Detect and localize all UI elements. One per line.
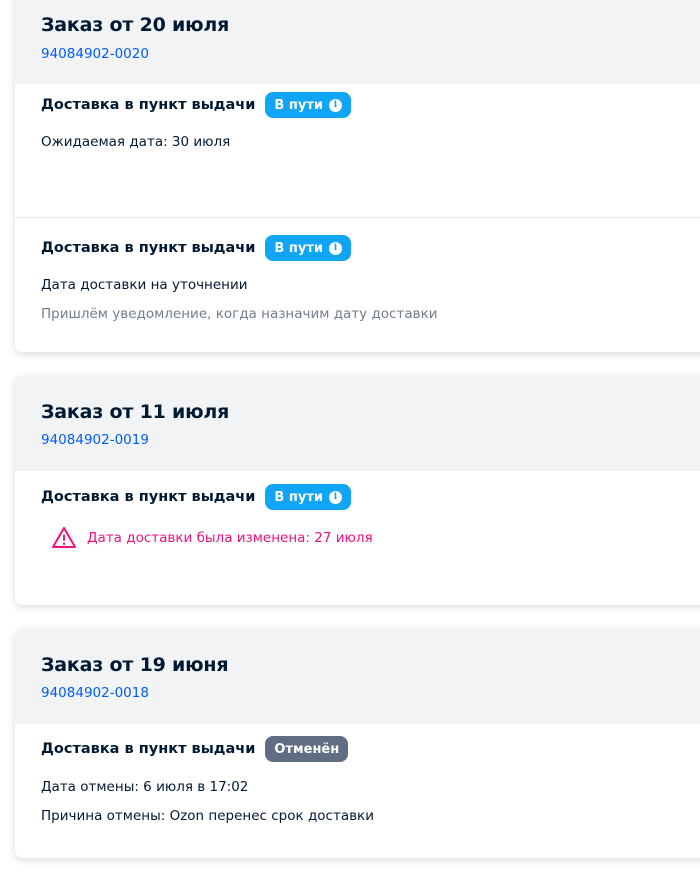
info-icon: i	[328, 490, 342, 504]
delivery-row: Доставка в пункт выдачи В пути i	[41, 235, 351, 261]
order-card: Заказ от 11 июля 94084902-0019 Доставка …	[15, 376, 700, 605]
status-label: Отменён	[274, 741, 340, 757]
warning-triangle-icon	[52, 527, 76, 548]
order-number-link[interactable]: 94084902-0018	[41, 685, 149, 701]
status-badge[interactable]: В пути i	[265, 484, 351, 510]
cancellation-reason: Причина отмены: Ozon перенес срок достав…	[41, 808, 374, 824]
delivery-type: Доставка в пункт выдачи	[41, 489, 256, 505]
delivery-type: Доставка в пункт выдачи	[41, 97, 256, 113]
order-number-link[interactable]: 94084902-0020	[41, 46, 149, 62]
shipment-section: Доставка в пункт выдачи В пути i Дата до…	[15, 217, 700, 352]
orders-list: Заказ от 20 июля 94084902-0020 Доставка …	[0, 0, 700, 893]
delivery-type: Доставка в пункт выдачи	[41, 240, 256, 256]
shipment-section: Доставка в пункт выдачи Отменён Дата отм…	[15, 724, 700, 858]
warning-row: Дата доставки была изменена: 27 июля	[51, 525, 373, 551]
delivery-row: Доставка в пункт выдачи В пути i	[41, 92, 351, 118]
notification-note: Пришлём уведомление, когда назначим дату…	[41, 306, 438, 322]
date-changed-warning: Дата доставки была изменена: 27 июля	[87, 530, 373, 546]
order-title: Заказ от 20 июля	[41, 14, 230, 36]
shipment-section: Доставка в пункт выдачи В пути i Дата до…	[15, 471, 700, 605]
order-title: Заказ от 11 июля	[41, 401, 230, 423]
order-header: Заказ от 20 июля 94084902-0020	[15, 0, 700, 84]
delivery-type: Доставка в пункт выдачи	[41, 741, 256, 757]
order-card: Заказ от 20 июля 94084902-0020 Доставка …	[15, 0, 700, 352]
delivery-row: Доставка в пункт выдачи Отменён	[41, 736, 349, 762]
delivery-date-status: Дата доставки на уточнении	[41, 277, 248, 293]
info-icon: i	[328, 241, 342, 255]
order-title: Заказ от 19 июня	[41, 654, 229, 676]
status-badge[interactable]: В пути i	[265, 92, 351, 118]
order-header: Заказ от 19 июня 94084902-0018	[15, 629, 700, 724]
cancellation-date: Дата отмены: 6 июля в 17:02	[41, 779, 249, 795]
delivery-row: Доставка в пункт выдачи В пути i	[41, 484, 351, 510]
info-icon: i	[328, 98, 342, 112]
expected-date: Ожидаемая дата: 30 июля	[41, 134, 231, 150]
shipment-section: Доставка в пункт выдачи В пути i Ожидаем…	[15, 84, 700, 217]
status-label: В пути	[274, 97, 323, 113]
status-badge[interactable]: Отменён	[265, 736, 349, 762]
order-number-link[interactable]: 94084902-0019	[41, 432, 149, 448]
order-header: Заказ от 11 июля 94084902-0019	[15, 376, 700, 471]
order-card: Заказ от 19 июня 94084902-0018 Доставка …	[15, 629, 700, 858]
status-label: В пути	[274, 489, 323, 505]
status-badge[interactable]: В пути i	[265, 235, 351, 261]
status-label: В пути	[274, 240, 323, 256]
